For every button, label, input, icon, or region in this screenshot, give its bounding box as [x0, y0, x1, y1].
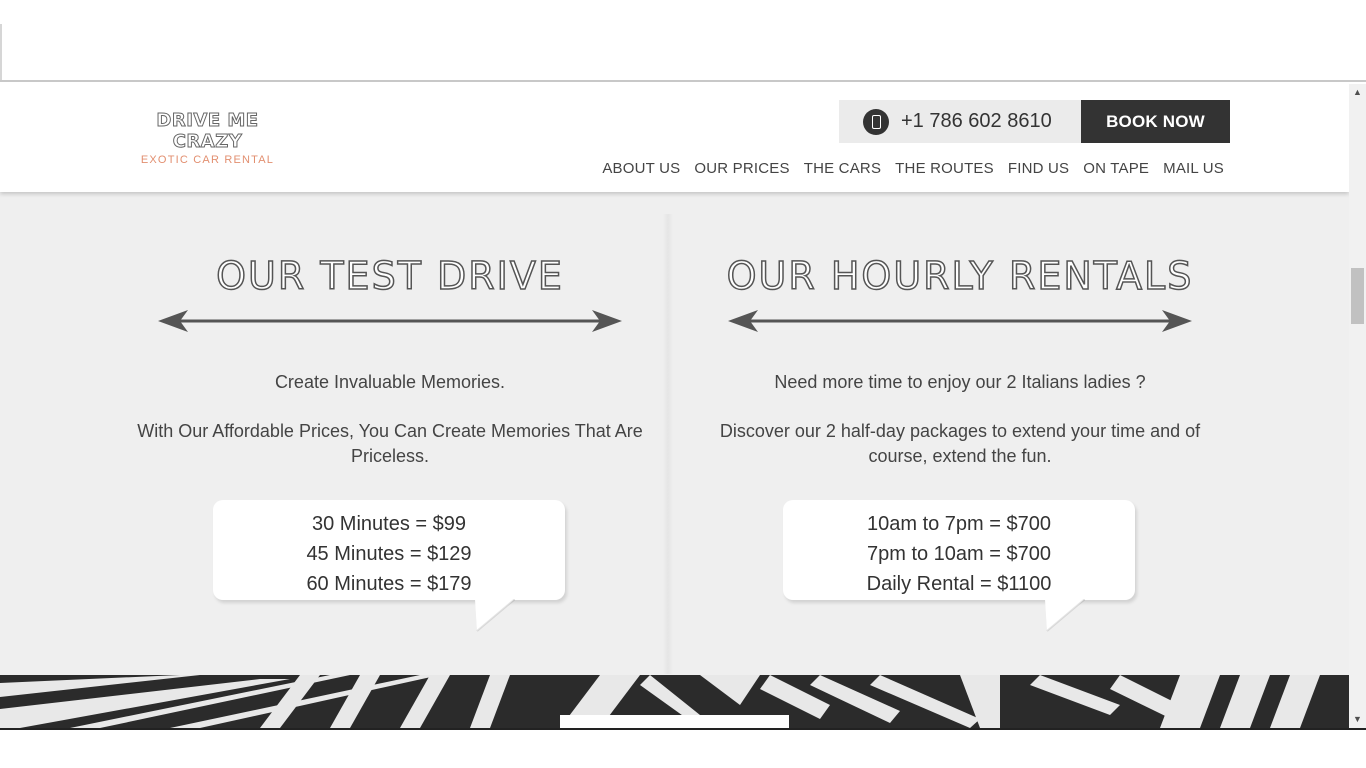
- speech-tail: [1045, 599, 1085, 632]
- mobile-phone-icon: [863, 108, 889, 135]
- hourly-rentals-section: OUR HOURLY RENTALS Need more time to enj…: [700, 214, 1220, 469]
- browser-top-area: [0, 0, 1366, 82]
- price-line: 10am to 7pm = $700: [866, 513, 1051, 535]
- test-drive-section: OUR TEST DRIVE Create Invaluable Memorie…: [130, 214, 650, 469]
- phone-contact[interactable]: +1 786 602 8610: [839, 100, 1081, 143]
- nav-mail-us[interactable]: MAIL US: [1163, 160, 1224, 177]
- window-edge: [0, 24, 2, 80]
- phone-number: +1 786 602 8610: [901, 110, 1052, 132]
- hourly-tagline: Need more time to enjoy our 2 Italians l…: [774, 372, 1146, 392]
- page-viewport: DRIVE ME CRAZY EXOTIC CAR RENTAL +1 786 …: [0, 84, 1349, 728]
- scroll-thumb[interactable]: [1351, 268, 1364, 324]
- nav-our-prices[interactable]: OUR PRICES: [694, 160, 789, 177]
- column-divider: [663, 214, 673, 674]
- double-arrow-icon: [728, 310, 1192, 332]
- nav-about-us[interactable]: ABOUT US: [602, 160, 680, 177]
- logo-sub-text: EXOTIC CAR RENTAL: [140, 154, 275, 166]
- nav-the-routes[interactable]: THE ROUTES: [895, 160, 994, 177]
- book-now-button[interactable]: BOOK NOW: [1081, 100, 1230, 143]
- nav-on-tape[interactable]: ON TAPE: [1083, 160, 1149, 177]
- test-drive-description: With Our Affordable Prices, You Can Crea…: [137, 421, 643, 466]
- test-drive-tagline: Create Invaluable Memories.: [274, 372, 506, 392]
- speech-tail: [475, 599, 515, 632]
- scroll-up-arrow-icon[interactable]: ▲: [1349, 84, 1366, 101]
- price-line: 7pm to 10am = $700: [866, 543, 1051, 565]
- double-arrow-icon: [158, 310, 622, 332]
- main-nav: ABOUT US OUR PRICES THE CARS THE ROUTES …: [602, 160, 1224, 177]
- test-drive-title: OUR TEST DRIVE: [215, 253, 564, 299]
- price-line: 30 Minutes = $99: [312, 513, 466, 535]
- price-line: 60 Minutes = $179: [306, 573, 472, 595]
- price-line: Daily Rental = $1100: [866, 573, 1052, 595]
- test-drive-price-bubble: 30 Minutes = $99 45 Minutes = $129 60 Mi…: [213, 500, 565, 632]
- logo-main-text: DRIVE ME CRAZY: [156, 110, 259, 153]
- scroll-down-arrow-icon[interactable]: ▼: [1349, 711, 1366, 728]
- striped-wall-image: [0, 675, 1349, 728]
- hourly-price-bubble: 10am to 7pm = $700 7pm to 10am = $700 Da…: [783, 500, 1135, 632]
- hourly-rentals-title: OUR HOURLY RENTALS: [726, 253, 1194, 299]
- slider-tab: [560, 715, 789, 728]
- nav-the-cars[interactable]: THE CARS: [804, 160, 881, 177]
- browser-bottom-area: [0, 728, 1366, 768]
- site-logo[interactable]: DRIVE ME CRAZY EXOTIC CAR RENTAL: [120, 110, 295, 167]
- price-line: 45 Minutes = $129: [306, 543, 472, 565]
- hourly-description: Discover our 2 half-day packages to exte…: [719, 421, 1201, 466]
- page-scrollbar[interactable]: ▲ ▼: [1349, 84, 1366, 728]
- nav-find-us[interactable]: FIND US: [1008, 160, 1069, 177]
- site-header: DRIVE ME CRAZY EXOTIC CAR RENTAL +1 786 …: [0, 84, 1349, 192]
